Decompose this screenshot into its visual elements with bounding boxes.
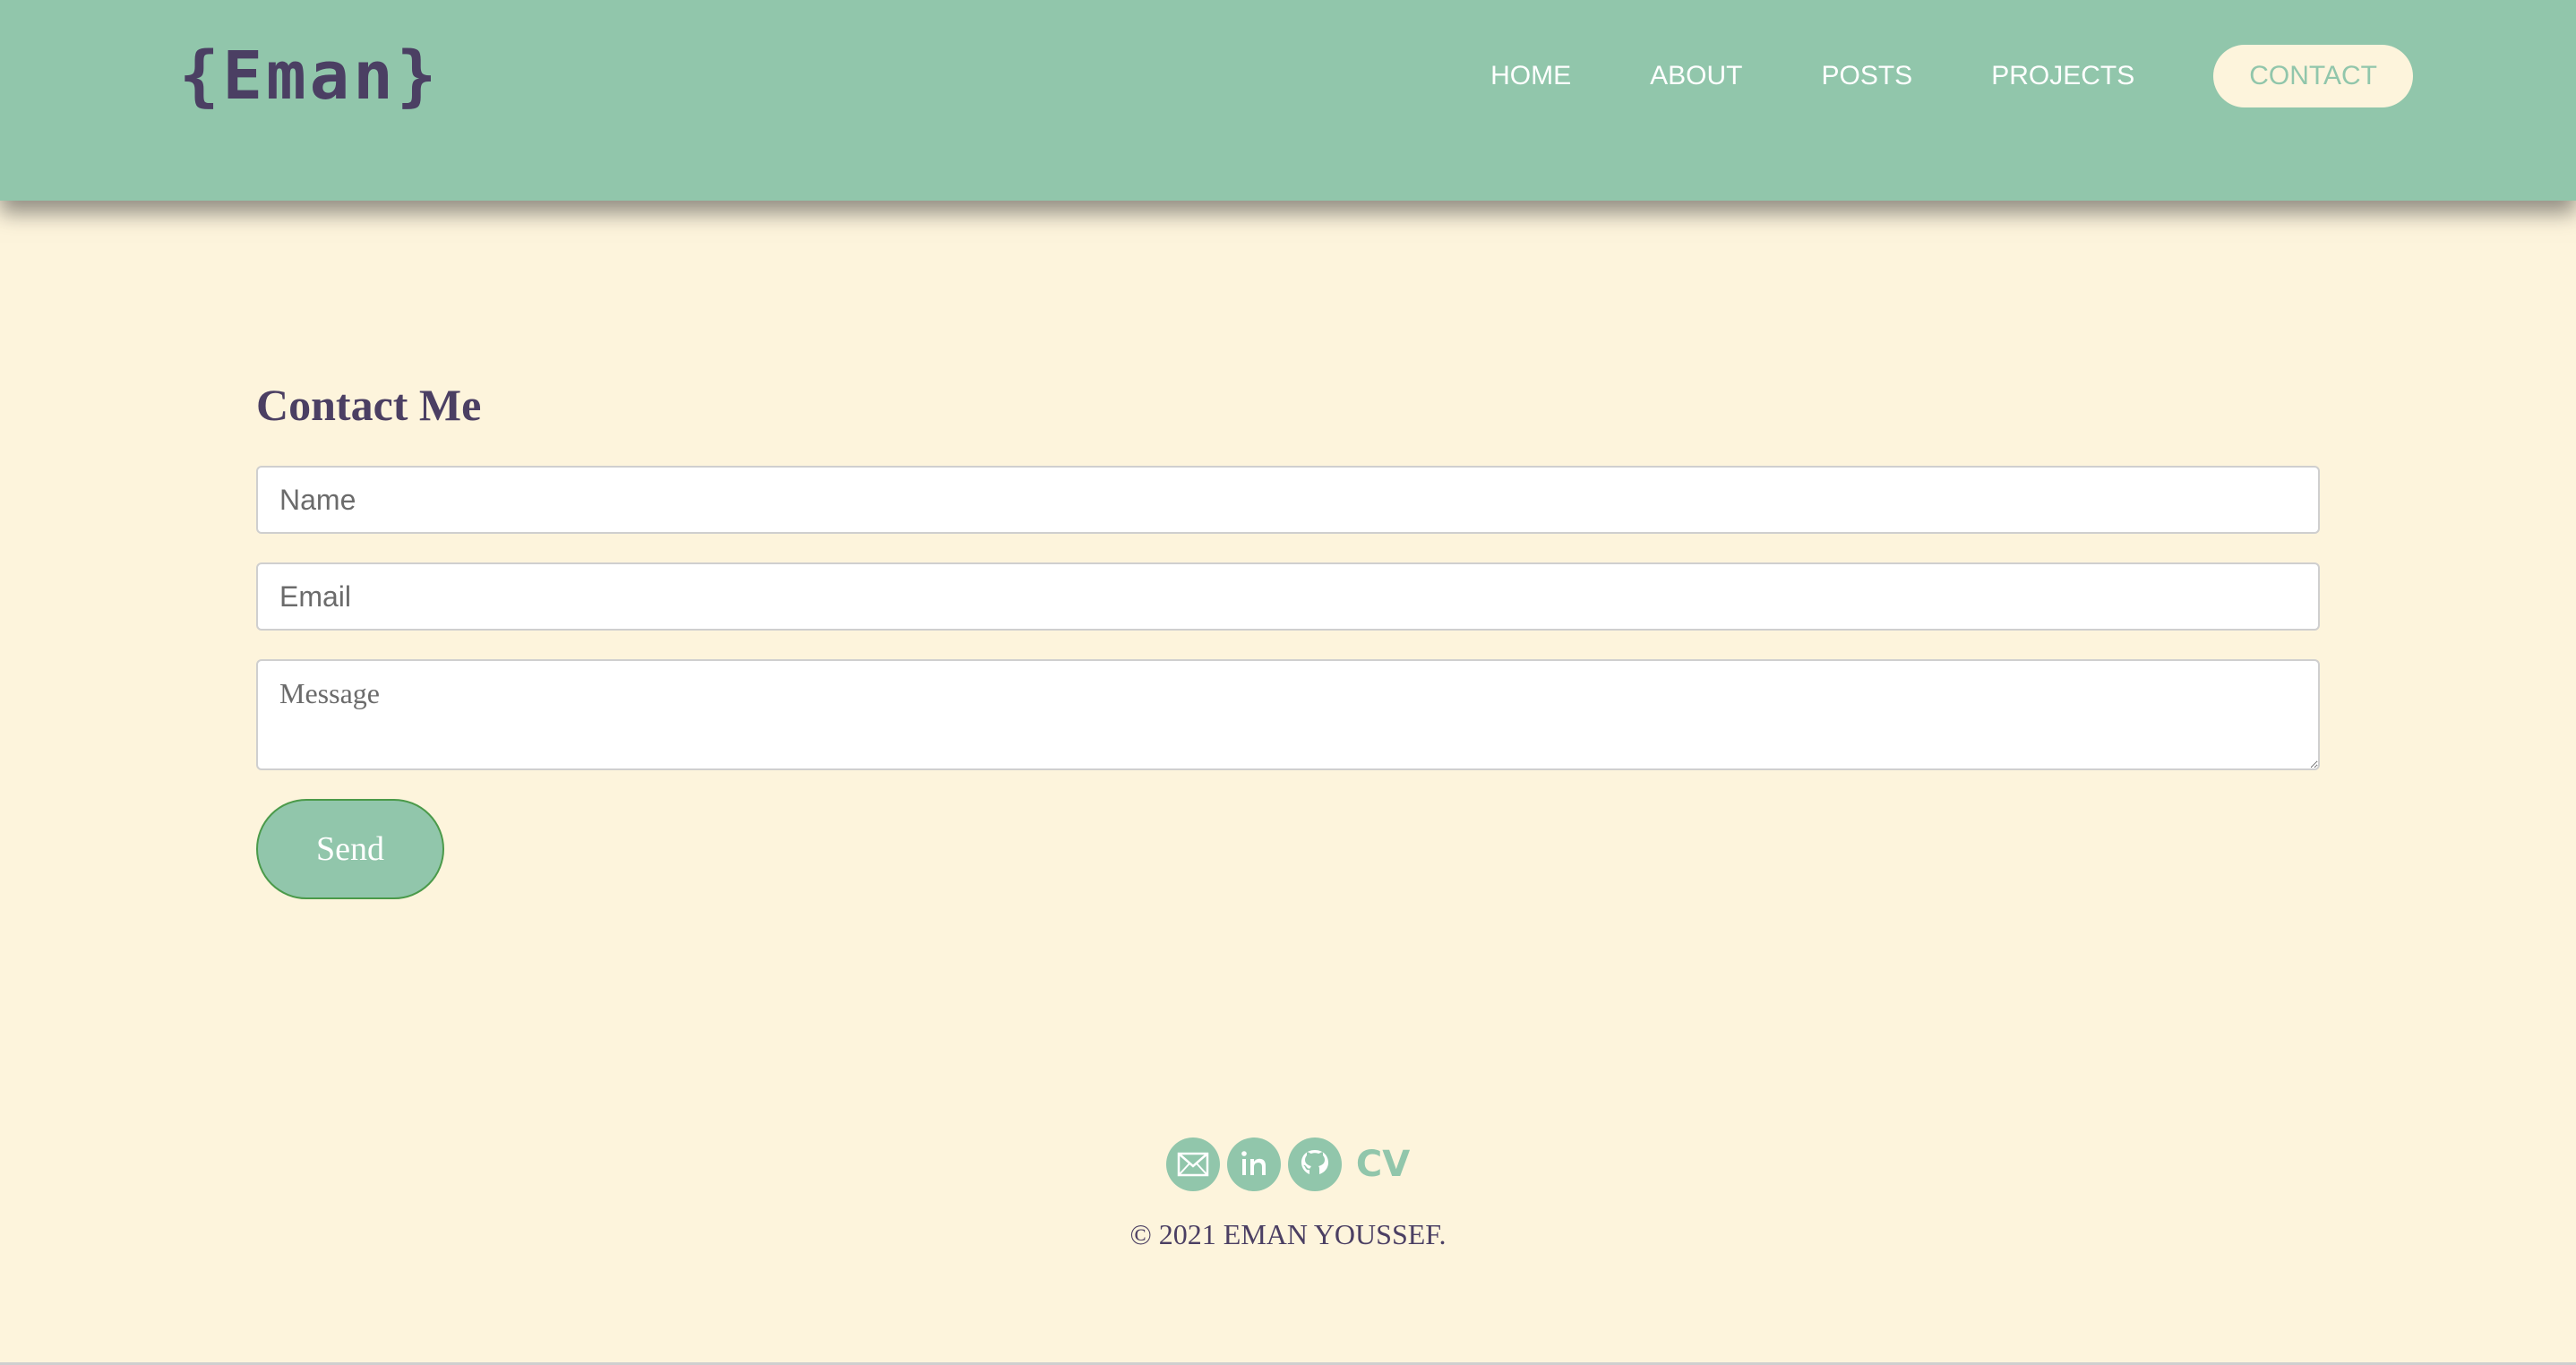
site-header: {Eman} HOME ABOUT POSTS PROJECTS CONTACT (0, 0, 2576, 201)
nav-posts[interactable]: POSTS (1822, 45, 1913, 107)
linkedin-icon[interactable] (1226, 1138, 1281, 1191)
page-title: Contact Me (256, 380, 482, 430)
nav-home[interactable]: HOME (1490, 45, 1571, 107)
site-logo[interactable]: {Eman} (179, 38, 440, 115)
github-icon[interactable] (1287, 1138, 1342, 1191)
nav-projects[interactable]: PROJECTS (1991, 45, 2134, 107)
email-icon[interactable] (1165, 1138, 1220, 1191)
email-input[interactable] (256, 562, 2320, 631)
main-nav: HOME ABOUT POSTS PROJECTS CONTACT (1412, 45, 2413, 107)
message-textarea[interactable] (256, 659, 2320, 770)
nav-contact[interactable]: CONTACT (2213, 45, 2413, 107)
contact-section: Contact Me Send (256, 376, 2320, 899)
send-button[interactable]: Send (256, 799, 444, 899)
copyright-text: © 2021 EMAN YOUSSEF. (1129, 1218, 1447, 1250)
social-links: CV (0, 1138, 2576, 1191)
site-footer: CV © 2021 EMAN YOUSSEF. (0, 1138, 2576, 1251)
nav-about[interactable]: ABOUT (1650, 45, 1742, 107)
cv-link[interactable]: CV (1356, 1138, 1410, 1191)
name-input[interactable] (256, 466, 2320, 534)
